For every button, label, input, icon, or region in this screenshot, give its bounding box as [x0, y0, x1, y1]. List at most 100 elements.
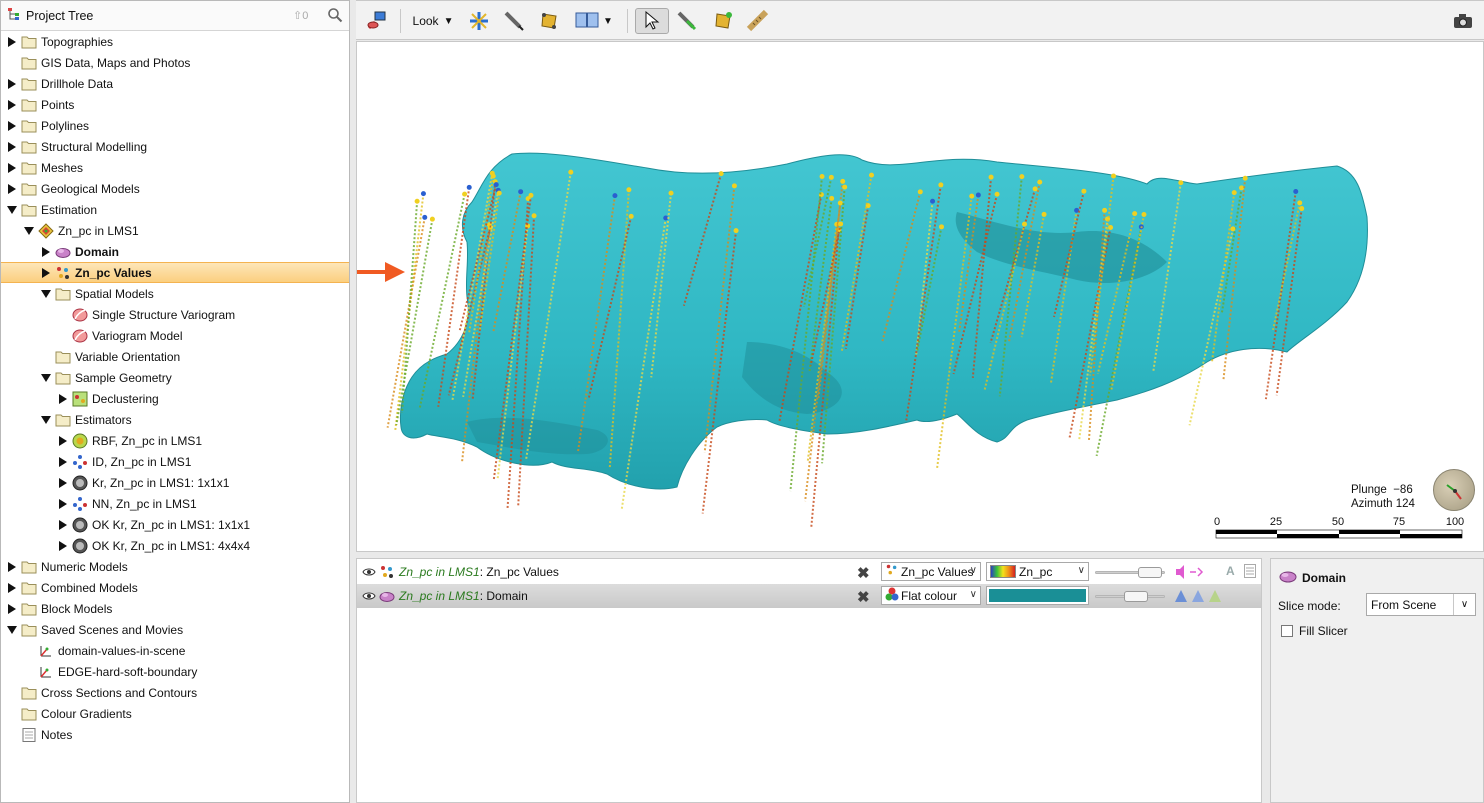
drillhole-collar[interactable] [838, 221, 844, 227]
tree-item[interactable]: Zn_pc in LMS1 [1, 220, 349, 241]
expand-triangle-icon[interactable] [57, 477, 69, 489]
layer-colour-dropdown[interactable]: Zn_pc ∨ [986, 562, 1089, 581]
close-icon[interactable]: ✖ [857, 588, 870, 606]
drillhole-collar[interactable] [1041, 211, 1047, 217]
drillhole-collar[interactable] [988, 174, 994, 180]
tree-item[interactable]: OK Kr, Zn_pc in LMS1: 4x4x4 [1, 535, 349, 556]
drillhole-collar[interactable] [840, 178, 846, 184]
eye-icon[interactable] [362, 590, 376, 604]
drillhole-collar[interactable] [1108, 224, 1114, 230]
drillhole-collar[interactable] [422, 214, 428, 220]
tree-item[interactable]: Notes [1, 724, 349, 745]
drillhole-collar[interactable] [994, 191, 1000, 197]
expand-triangle-icon[interactable] [6, 582, 18, 594]
expand-triangle-icon[interactable] [40, 246, 52, 258]
collapse-triangle-icon[interactable] [40, 414, 52, 426]
drillhole-collar[interactable] [1231, 190, 1237, 196]
tree-item[interactable]: Points [1, 94, 349, 115]
tree-item[interactable]: EDGE-hard-soft-boundary [1, 661, 349, 682]
slider-knob[interactable] [1138, 567, 1162, 578]
expand-triangle-icon[interactable] [57, 435, 69, 447]
expand-triangle-icon[interactable] [6, 183, 18, 195]
draw-polyline-icon[interactable] [536, 8, 562, 34]
layer-colour-swatch[interactable] [986, 586, 1089, 605]
tree-item[interactable]: Domain [1, 241, 349, 262]
orientation-globe-icon[interactable] [1433, 469, 1475, 511]
checkbox-box[interactable] [1281, 625, 1293, 637]
search-icon[interactable] [327, 7, 343, 26]
expand-triangle-icon[interactable] [6, 162, 18, 174]
drillhole-collar[interactable] [1299, 206, 1305, 212]
expand-triangle-icon[interactable] [57, 498, 69, 510]
drillhole-collar[interactable] [733, 228, 739, 234]
tree-item[interactable]: Kr, Zn_pc in LMS1: 1x1x1 [1, 472, 349, 493]
expand-triangle-icon[interactable] [57, 456, 69, 468]
drillhole-collar[interactable] [668, 190, 674, 196]
text-label-icon[interactable]: A [1226, 564, 1235, 578]
ruler-icon[interactable] [745, 8, 771, 34]
expand-triangle-icon[interactable] [6, 561, 18, 573]
drillhole-collar[interactable] [462, 191, 468, 197]
drillhole-collar[interactable] [1037, 179, 1043, 185]
drillhole-collar[interactable] [930, 198, 936, 204]
expand-triangle-icon[interactable] [6, 120, 18, 132]
drillhole-collar[interactable] [868, 172, 874, 178]
magenta-legend-icon[interactable] [1174, 564, 1204, 583]
slider-knob[interactable] [1124, 591, 1148, 602]
slice-mode-dropdown[interactable]: From Scene ∨ [1366, 593, 1476, 616]
tree-item[interactable]: Variable Orientation [1, 346, 349, 367]
drillhole-collar[interactable] [518, 189, 524, 195]
eye-icon[interactable] [362, 566, 376, 580]
tree-item[interactable]: Declustering [1, 388, 349, 409]
select-pointer-icon[interactable] [635, 8, 669, 34]
collapse-triangle-icon[interactable] [6, 204, 18, 216]
drillhole-collar[interactable] [1102, 207, 1108, 213]
collapse-triangle-icon[interactable] [40, 288, 52, 300]
drillhole-collar[interactable] [496, 190, 502, 196]
drillhole-collar[interactable] [429, 216, 435, 222]
tree-item[interactable]: domain-values-in-scene [1, 640, 349, 661]
drillhole-collar[interactable] [917, 189, 923, 195]
drillhole-collar[interactable] [718, 171, 724, 177]
drillhole-collar[interactable] [969, 193, 975, 199]
expand-triangle-icon[interactable] [6, 141, 18, 153]
tree-item[interactable]: OK Kr, Zn_pc in LMS1: 1x1x1 [1, 514, 349, 535]
layer-row-domain[interactable]: Zn_pc in LMS1: Domain ✖ Flat colour ∨ [357, 584, 1261, 608]
drillhole-collar[interactable] [1081, 188, 1087, 194]
slicer-menu-button[interactable]: ▼ [572, 8, 616, 34]
drillhole-collar[interactable] [493, 182, 499, 188]
scene-canvas[interactable] [357, 42, 1484, 552]
drillhole-collar[interactable] [1242, 175, 1248, 181]
drillhole-collar[interactable] [819, 174, 825, 180]
draw-lines-icon[interactable] [501, 8, 527, 34]
drillhole-collar[interactable] [731, 183, 737, 189]
move-slice-icon[interactable] [466, 8, 492, 34]
drillhole-collar[interactable] [1230, 226, 1236, 232]
drillhole-collar[interactable] [939, 224, 945, 230]
scene-list-icon[interactable] [364, 8, 390, 34]
look-menu-button[interactable]: Look ▼ [409, 8, 457, 34]
tree-item[interactable]: Spatial Models [1, 283, 349, 304]
drillhole-collar[interactable] [1297, 200, 1303, 206]
drillhole-collar[interactable] [490, 173, 496, 179]
layer-style-dropdown[interactable]: Zn_pc Values ∨ [881, 562, 981, 581]
tree-item[interactable]: Combined Models [1, 577, 349, 598]
transparency-slider[interactable] [1095, 591, 1165, 602]
drillhole-collar[interactable] [420, 191, 426, 197]
drillhole-collar[interactable] [828, 174, 834, 180]
drillhole-collar[interactable] [612, 193, 618, 199]
fill-slicer-checkbox[interactable]: Fill Slicer [1281, 624, 1348, 638]
drillhole-collar[interactable] [842, 184, 848, 190]
drillhole-collar[interactable] [628, 213, 634, 219]
tree-item[interactable]: Block Models [1, 598, 349, 619]
tree-item[interactable]: Topographies [1, 31, 349, 52]
tree-item[interactable]: Estimation [1, 199, 349, 220]
tree-item[interactable]: RBF, Zn_pc in LMS1 [1, 430, 349, 451]
close-icon[interactable]: ✖ [857, 564, 870, 582]
tree-item[interactable]: ID, Zn_pc in LMS1 [1, 451, 349, 472]
drillhole-collar[interactable] [1019, 174, 1025, 180]
tree-item[interactable]: Colour Gradients [1, 703, 349, 724]
lighting-icons[interactable] [1174, 589, 1222, 606]
expand-triangle-icon[interactable] [6, 36, 18, 48]
list-icon[interactable] [1244, 564, 1256, 581]
